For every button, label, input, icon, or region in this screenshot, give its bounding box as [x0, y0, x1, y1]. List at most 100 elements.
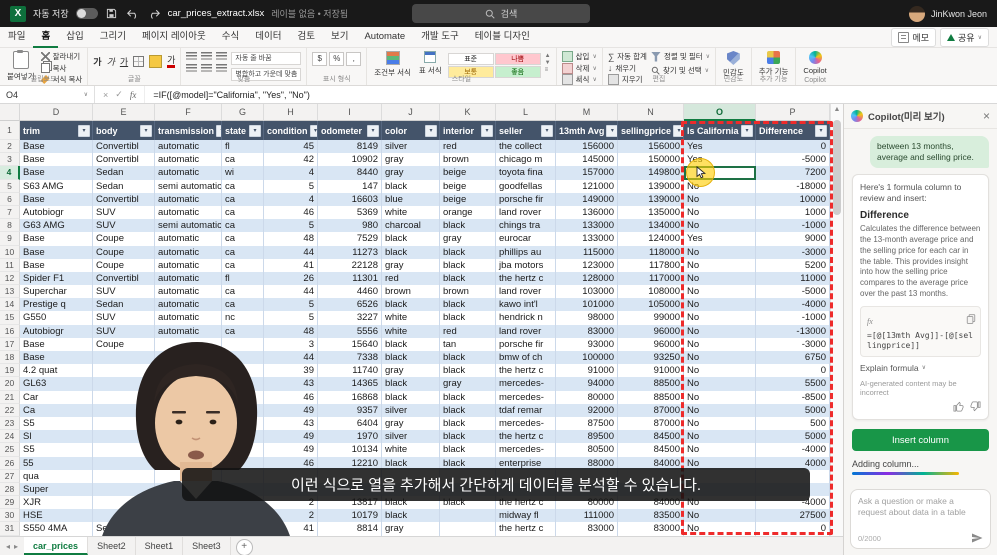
- cell[interactable]: tan: [440, 337, 496, 351]
- cell[interactable]: 117800: [618, 258, 684, 272]
- cell[interactable]: 7529: [318, 232, 382, 246]
- cell[interactable]: No: [684, 364, 756, 378]
- font-color-button[interactable]: 가: [167, 55, 176, 68]
- cell[interactable]: 108000: [618, 285, 684, 299]
- row-header-3[interactable]: 3: [0, 153, 20, 167]
- wrap-text-button[interactable]: 자동 줄 바꿈: [231, 52, 302, 65]
- fill-color-icon[interactable]: [149, 55, 163, 68]
- cell[interactable]: fl: [222, 140, 264, 154]
- cell[interactable]: [93, 456, 155, 470]
- bold-button[interactable]: 가: [93, 57, 101, 67]
- cell[interactable]: automatic: [155, 324, 222, 338]
- cell[interactable]: 10179: [318, 509, 382, 523]
- cell[interactable]: 83000: [556, 324, 618, 338]
- cell[interactable]: land rover: [496, 324, 556, 338]
- cell[interactable]: ca: [222, 192, 264, 206]
- cell[interactable]: red: [440, 324, 496, 338]
- cell[interactable]: beige: [440, 179, 496, 193]
- cell[interactable]: [222, 443, 264, 457]
- column-letter-M[interactable]: M: [556, 104, 618, 121]
- cell[interactable]: G550: [20, 311, 93, 325]
- row-header-15[interactable]: 15: [0, 311, 20, 325]
- column-letter-O[interactable]: O: [684, 104, 756, 121]
- cell[interactable]: 105000: [618, 298, 684, 312]
- cell[interactable]: 80000: [556, 390, 618, 404]
- row-header-11[interactable]: 11: [0, 258, 20, 272]
- filter-icon[interactable]: ▾: [606, 124, 617, 137]
- cell[interactable]: black: [382, 179, 440, 193]
- cell[interactable]: 0: [756, 140, 830, 154]
- comma-format-button[interactable]: ,: [346, 52, 362, 66]
- cell[interactable]: 98000: [556, 311, 618, 325]
- filter-icon[interactable]: ▾: [78, 124, 90, 137]
- cell[interactable]: phillips au: [496, 245, 556, 259]
- align-top-icon[interactable]: [186, 52, 198, 60]
- row-header-18[interactable]: 18: [0, 351, 20, 365]
- cell[interactable]: 7338: [318, 351, 382, 365]
- cell[interactable]: Sedan: [93, 298, 155, 312]
- cell[interactable]: 115000: [556, 245, 618, 259]
- copilot-input[interactable]: Ask a question or make a request about d…: [850, 489, 991, 549]
- row-header-16[interactable]: 16: [0, 324, 20, 338]
- cell[interactable]: 84500: [618, 443, 684, 457]
- column-letter-P[interactable]: P: [756, 104, 830, 121]
- cell[interactable]: Base: [20, 153, 93, 167]
- cell[interactable]: No: [684, 298, 756, 312]
- row-header-9[interactable]: 9: [0, 232, 20, 246]
- cell[interactable]: ca: [222, 179, 264, 193]
- cell[interactable]: 123000: [556, 258, 618, 272]
- cell[interactable]: 7200: [756, 166, 830, 180]
- cell[interactable]: ca: [222, 285, 264, 299]
- cell[interactable]: 149800: [618, 166, 684, 180]
- row-header-27[interactable]: 27: [0, 469, 20, 483]
- scrollbar-thumb[interactable]: [833, 120, 841, 215]
- cell[interactable]: [93, 364, 155, 378]
- align-right-icon[interactable]: [216, 64, 228, 72]
- cell[interactable]: brown: [440, 285, 496, 299]
- cell[interactable]: black: [382, 509, 440, 523]
- cell[interactable]: 8814: [318, 522, 382, 536]
- save-icon[interactable]: [105, 7, 119, 21]
- currency-format-button[interactable]: $: [312, 52, 328, 66]
- cell[interactable]: automatic: [155, 232, 222, 246]
- cell[interactable]: Super: [20, 482, 93, 497]
- column-letter-K[interactable]: K: [440, 104, 496, 121]
- cell[interactable]: the hertz c: [496, 522, 556, 536]
- cell[interactable]: 43: [264, 377, 318, 391]
- cell[interactable]: black: [382, 298, 440, 312]
- cell[interactable]: [93, 443, 155, 457]
- cell[interactable]: No: [684, 192, 756, 206]
- cell[interactable]: automatic: [155, 166, 222, 180]
- insert-function-icon[interactable]: fx: [130, 90, 137, 100]
- cell[interactable]: orange: [440, 205, 496, 220]
- cell[interactable]: S63 AMG: [20, 179, 93, 193]
- cell[interactable]: tdaf remar: [496, 403, 556, 417]
- cell[interactable]: 5369: [318, 205, 382, 220]
- cell[interactable]: G63 AMG: [20, 219, 93, 233]
- cell[interactable]: goodfellas: [496, 179, 556, 193]
- cell[interactable]: 93000: [556, 337, 618, 351]
- cell[interactable]: 11273: [318, 245, 382, 259]
- row-header-31[interactable]: 31: [0, 522, 20, 536]
- cell[interactable]: 5556: [318, 324, 382, 338]
- italic-button[interactable]: 가: [107, 57, 115, 67]
- column-letter-I[interactable]: I: [318, 104, 382, 121]
- row-header-23[interactable]: 23: [0, 416, 20, 431]
- cell[interactable]: SUV: [93, 205, 155, 220]
- cell[interactable]: Base: [20, 245, 93, 259]
- cell[interactable]: 92000: [556, 403, 618, 417]
- cell[interactable]: 117000: [618, 271, 684, 286]
- cell[interactable]: Sedan: [93, 179, 155, 193]
- cell[interactable]: -3000: [756, 245, 830, 259]
- cell[interactable]: 80500: [556, 443, 618, 457]
- cell[interactable]: 10000: [756, 192, 830, 206]
- ribbon-tab-보기[interactable]: 보기: [323, 27, 356, 48]
- cell[interactable]: Autobiogr: [20, 205, 93, 220]
- cell[interactable]: automatic: [155, 153, 222, 167]
- cell[interactable]: No: [684, 337, 756, 351]
- row-header-8[interactable]: 8: [0, 219, 20, 233]
- cell[interactable]: 87000: [618, 416, 684, 431]
- cell[interactable]: mercedes-: [496, 416, 556, 431]
- cell[interactable]: 100000: [556, 351, 618, 365]
- cell[interactable]: [155, 509, 222, 523]
